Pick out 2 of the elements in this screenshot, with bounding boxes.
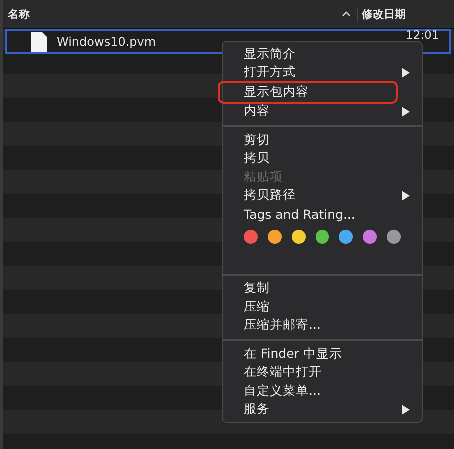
file-date: 12:01 [405,30,440,41]
file-name: Windows10.pvm [57,34,158,48]
